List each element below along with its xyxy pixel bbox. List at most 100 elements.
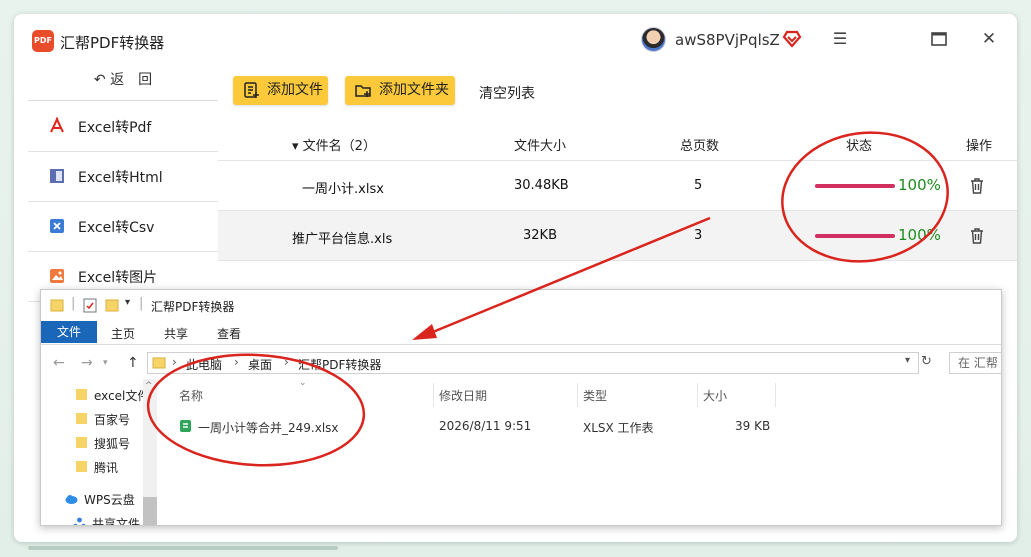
file-name: 推广平台信息.xls bbox=[292, 232, 393, 247]
sidebar-item-excel-pdf[interactable]: Excel转Pdf bbox=[28, 102, 218, 152]
progress-bar bbox=[815, 234, 895, 238]
progress-bar bbox=[815, 184, 895, 188]
user-name[interactable]: awS8PVjPqlsZ bbox=[675, 31, 780, 49]
address-box[interactable]: › 此电脑 › 桌面 › 汇帮PDF转换器 bbox=[147, 352, 919, 374]
breadcrumb-folder[interactable]: 汇帮PDF转换器 bbox=[298, 356, 381, 373]
search-input[interactable]: 在 汇帮 bbox=[949, 352, 1001, 374]
folder-icon bbox=[50, 299, 64, 312]
add-file-icon bbox=[244, 82, 259, 98]
file-explorer-window: | ▾ | 汇帮PDF转换器 文件 主页 共享 查看 ← → ▾ ↑ › 此电脑… bbox=[40, 289, 1002, 526]
column-divider bbox=[433, 383, 434, 407]
add-folder-button[interactable]: 添加文件夹 bbox=[345, 76, 455, 105]
nav-scrollbar-thumb[interactable] bbox=[143, 497, 157, 525]
nav-item-label: excel文件 bbox=[94, 389, 150, 403]
page-count: 5 bbox=[694, 178, 703, 193]
breadcrumb-desktop[interactable]: 桌面 bbox=[248, 356, 272, 373]
back-arrow-icon: ↶ bbox=[93, 72, 111, 88]
ribbon-tab-file[interactable]: 文件 bbox=[41, 321, 97, 343]
sidebar-item-label: Excel转Csv bbox=[78, 220, 155, 236]
csv-icon bbox=[50, 219, 64, 233]
title-bar: PDF 汇帮PDF转换器 awS8PVjPqlsZ ☰ ✕ bbox=[14, 14, 1017, 64]
recent-dropdown-icon[interactable]: ▾ bbox=[103, 358, 108, 368]
share-icon bbox=[73, 517, 86, 525]
progress-text: 100% bbox=[898, 226, 941, 244]
customize-dropdown-icon[interactable]: ▾ bbox=[125, 297, 130, 308]
folder-icon bbox=[76, 437, 87, 448]
close-icon[interactable]: ✕ bbox=[978, 28, 1000, 50]
add-file-label: 添加文件 bbox=[267, 82, 323, 98]
column-header-type[interactable]: 类型 bbox=[583, 387, 607, 404]
progress-fill bbox=[815, 234, 895, 238]
back-button[interactable]: ↶ 返 回 bbox=[28, 62, 218, 101]
column-header-size: 文件大小 bbox=[514, 139, 567, 154]
sort-chevron-icon: ⌄ bbox=[299, 378, 307, 388]
properties-icon[interactable] bbox=[83, 297, 97, 313]
column-divider bbox=[697, 383, 698, 407]
avatar[interactable] bbox=[641, 27, 666, 52]
explorer-title: 汇帮PDF转换器 bbox=[151, 300, 235, 314]
folder-icon bbox=[76, 389, 87, 400]
clear-list-button[interactable]: 清空列表 bbox=[479, 83, 535, 103]
progress-fill bbox=[815, 184, 895, 188]
column-header-name[interactable]: 名称 bbox=[179, 387, 203, 404]
bottom-scrollbar[interactable] bbox=[28, 546, 338, 550]
file-size: 30.48KB bbox=[514, 178, 569, 193]
table-row[interactable]: 一周小计.xlsx 30.48KB 5 100% bbox=[218, 161, 1017, 211]
chevron-down-icon[interactable]: ▾ bbox=[905, 355, 910, 366]
chevron-right-icon: › bbox=[234, 355, 239, 369]
column-divider bbox=[577, 383, 578, 407]
chevron-right-icon: › bbox=[284, 355, 289, 369]
progress-text: 100% bbox=[898, 176, 941, 194]
app-logo: PDF bbox=[32, 30, 54, 52]
column-header-name-label: 文件名（2） bbox=[302, 139, 376, 154]
nav-item-label: WPS云盘 bbox=[84, 493, 135, 507]
menu-icon[interactable]: ☰ bbox=[829, 28, 851, 50]
file-name: 一周小计.xlsx bbox=[302, 182, 384, 197]
cloud-icon bbox=[65, 495, 78, 504]
up-arrow-icon[interactable]: ↑ bbox=[127, 355, 139, 371]
file-name: 一周小计等合并_249.xlsx bbox=[198, 421, 339, 435]
new-folder-icon[interactable] bbox=[105, 297, 119, 313]
column-header-name[interactable]: ▾ 文件名（2） bbox=[292, 135, 376, 154]
column-divider bbox=[775, 383, 776, 407]
maximize-icon[interactable] bbox=[928, 28, 950, 50]
column-header-size[interactable]: 大小 bbox=[703, 387, 727, 404]
separator-icon: | bbox=[139, 296, 144, 311]
table-row[interactable]: 推广平台信息.xls 32KB 3 100% bbox=[218, 211, 1017, 261]
file-size: 39 KB bbox=[735, 419, 771, 433]
nav-item-label: 共享文件 bbox=[92, 517, 141, 526]
folder-icon bbox=[76, 413, 87, 424]
column-header-modified[interactable]: 修改日期 bbox=[439, 387, 487, 404]
trash-icon[interactable] bbox=[969, 177, 985, 194]
breadcrumb-this-pc[interactable]: 此电脑 bbox=[186, 356, 222, 373]
column-header-pages: 总页数 bbox=[680, 139, 720, 154]
refresh-icon[interactable]: ↻ bbox=[921, 354, 932, 369]
nav-item-label: 搜狐号 bbox=[94, 437, 131, 451]
scroll-up-icon[interactable]: ^ bbox=[145, 381, 153, 391]
back-label: 返 回 bbox=[110, 72, 153, 88]
xlsx-file-icon bbox=[180, 420, 191, 432]
sidebar-item-excel-html[interactable]: Excel转Html bbox=[28, 152, 218, 202]
chevron-right-icon: › bbox=[172, 355, 177, 369]
nav-item-label: 百家号 bbox=[94, 413, 131, 427]
folder-icon bbox=[152, 357, 166, 369]
image-icon bbox=[50, 269, 64, 283]
ribbon-tab-view[interactable]: 查看 bbox=[217, 325, 241, 342]
back-arrow-icon[interactable]: ← bbox=[53, 355, 65, 371]
column-header-action: 操作 bbox=[966, 139, 993, 154]
trash-icon[interactable] bbox=[969, 227, 985, 244]
html-icon bbox=[50, 169, 64, 183]
sidebar-item-label: Excel转图片 bbox=[78, 270, 158, 286]
forward-arrow-icon[interactable]: → bbox=[81, 355, 93, 371]
ribbon-tab-share[interactable]: 共享 bbox=[164, 325, 188, 342]
file-size: 32KB bbox=[523, 228, 557, 243]
app-title: 汇帮PDF转换器 bbox=[60, 34, 165, 52]
explorer-title-bar: | ▾ | 汇帮PDF转换器 bbox=[41, 290, 1001, 321]
navigation-pane: excel文件 百家号 搜狐号 腾讯 WPS云盘 共享文件 ^ bbox=[41, 379, 157, 526]
vip-diamond-icon[interactable] bbox=[782, 30, 802, 48]
file-type: XLSX 工作表 bbox=[583, 421, 654, 435]
ribbon-tab-home[interactable]: 主页 bbox=[111, 325, 135, 342]
file-modified: 2026/8/11 9:51 bbox=[439, 419, 532, 433]
add-file-button[interactable]: 添加文件 bbox=[233, 76, 328, 105]
sidebar-item-excel-csv[interactable]: Excel转Csv bbox=[28, 202, 218, 252]
